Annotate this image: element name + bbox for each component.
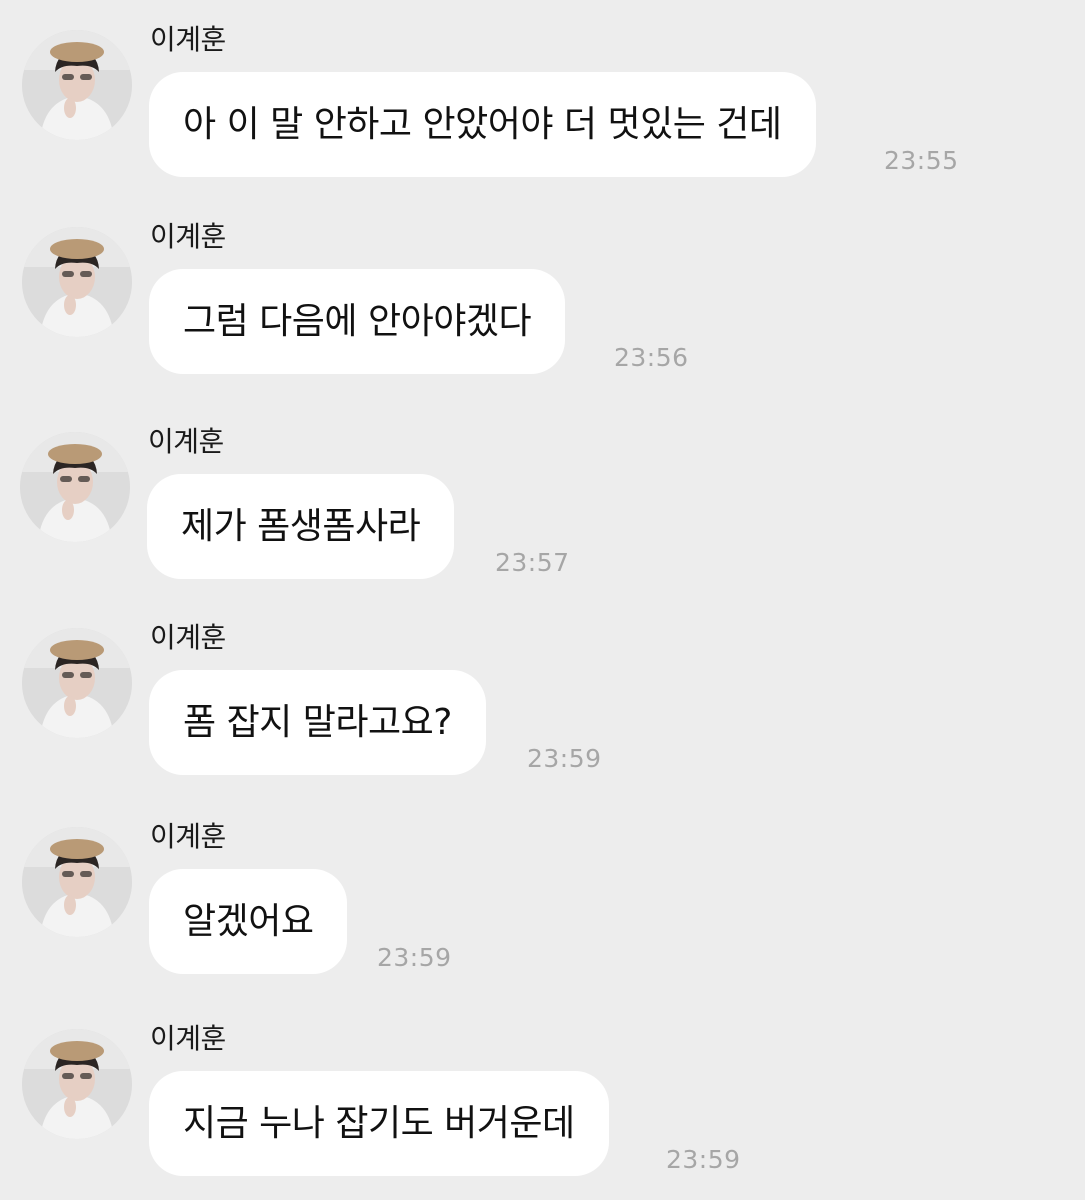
sender-avatar[interactable] xyxy=(22,827,132,937)
sender-name: 이계훈 xyxy=(150,23,226,56)
message-bubble[interactable]: 제가 폼생폼사라 xyxy=(147,474,455,579)
profile-photo-icon xyxy=(22,227,132,337)
message-bubble[interactable]: 지금 누나 잡기도 버거운데 xyxy=(149,1071,609,1176)
message-bubble[interactable]: 알겠어요 xyxy=(149,869,348,974)
message-bubble[interactable]: 그럼 다음에 안아야겠다 xyxy=(149,269,566,374)
message-bubble[interactable]: 폼 잡지 말라고요? xyxy=(149,670,486,775)
profile-photo-icon xyxy=(20,432,130,542)
message-timestamp: 23:56 xyxy=(614,343,689,372)
message-bubble[interactable]: 아 이 말 안하고 안았어야 더 멋있는 건데 xyxy=(149,72,816,177)
profile-photo-icon xyxy=(22,30,132,140)
sender-avatar[interactable] xyxy=(22,30,132,140)
profile-photo-icon xyxy=(22,827,132,937)
sender-name: 이계훈 xyxy=(148,425,224,458)
sender-avatar[interactable] xyxy=(20,432,130,542)
sender-name: 이계훈 xyxy=(150,220,226,253)
message-timestamp: 23:59 xyxy=(377,943,452,972)
message-timestamp: 23:59 xyxy=(527,744,602,773)
message-timestamp: 23:57 xyxy=(495,548,570,577)
sender-name: 이계훈 xyxy=(150,621,226,654)
message-timestamp: 23:59 xyxy=(666,1145,741,1174)
chat-message-list[interactable]: 이계훈 아 이 말 안하고 안았어야 더 멋있는 건데 23:55 이계훈 그럼… xyxy=(0,0,1085,1200)
sender-avatar[interactable] xyxy=(22,227,132,337)
sender-avatar[interactable] xyxy=(22,1029,132,1139)
profile-photo-icon xyxy=(22,1029,132,1139)
message-timestamp: 23:55 xyxy=(884,146,959,175)
sender-name: 이계훈 xyxy=(150,1022,226,1055)
sender-name: 이계훈 xyxy=(150,820,226,853)
profile-photo-icon xyxy=(22,628,132,738)
sender-avatar[interactable] xyxy=(22,628,132,738)
